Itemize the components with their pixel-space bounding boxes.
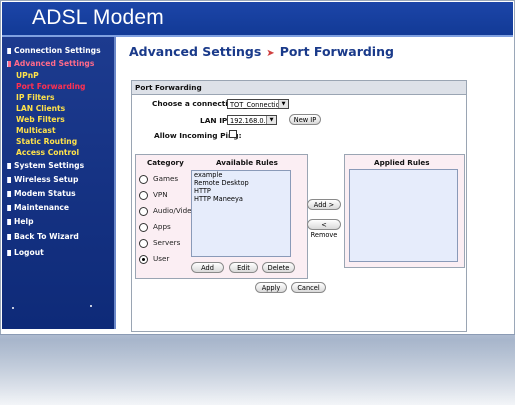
lan-ip-select[interactable]: 192.168.0.21 ▼ [227,115,277,125]
sidebar-item-lan-clients[interactable]: LAN Clients [16,104,65,113]
list-item[interactable]: Remote Desktop [192,179,290,187]
new-ip-button[interactable]: New IP [289,114,321,125]
radio-icon [139,190,148,200]
cancel-button[interactable]: Cancel [291,282,326,293]
category-apps[interactable]: Apps [139,222,171,232]
sidebar-item-help[interactable]: Help [7,217,34,226]
radio-icon [139,238,148,248]
category-user[interactable]: User [139,254,169,264]
chevron-down-icon: ▼ [278,100,288,108]
bullet-icon [7,234,11,240]
sidebar-item-port-forwarding[interactable]: Port Forwarding [16,82,85,91]
decorative-dot [12,307,14,309]
sidebar-item-multicast[interactable]: Multicast [16,126,56,135]
sidebar-item-connection-settings[interactable]: Connection Settings [7,46,101,55]
sidebar-item-upnp[interactable]: UPnP [16,71,39,80]
bullet-icon [7,48,11,54]
edit-rule-button[interactable]: Edit [229,262,258,273]
list-item[interactable]: example [192,171,290,179]
breadcrumb-page: Port Forwarding [279,44,394,59]
bullet-icon [7,61,11,67]
window-reflection [0,334,515,405]
sidebar-item-advanced-settings[interactable]: Advanced Settings [7,59,94,68]
port-forwarding-panel: Port Forwarding Choose a connection: TOT… [131,80,467,332]
sidebar-item-back-to-wizard[interactable]: Back To Wizard [7,232,79,241]
app-title: ADSL Modem [32,6,164,29]
connection-select[interactable]: TOT_Connection ▼ [227,99,289,109]
title-bar: ADSL Modem [2,2,513,37]
bullet-icon [7,177,11,183]
applied-rules-header: Applied Rules [374,158,430,167]
page-title: Advanced Settings ➤ Port Forwarding [129,44,394,59]
sidebar-item-maintenance[interactable]: Maintenance [7,203,69,212]
add-rule-button[interactable]: Add [191,262,224,273]
add-to-applied-button[interactable]: Add > [307,199,341,210]
applied-rules-list[interactable] [349,169,458,262]
apply-button[interactable]: Apply [255,282,287,293]
lan-ip-label: LAN IP: [200,116,231,125]
radio-selected-icon [139,254,148,264]
main-content: Advanced Settings ➤ Port Forwarding Port F… [117,37,513,332]
sidebar-item-wireless-setup[interactable]: Wireless Setup [7,175,78,184]
allow-ping-checkbox[interactable] [229,130,237,138]
rules-panel: Category Available Rules Games VPN Audio… [135,154,308,279]
sidebar-item-static-routing[interactable]: Static Routing [16,137,77,146]
delete-rule-button[interactable]: Delete [262,262,295,273]
list-item[interactable]: HTTP Maneeya [192,195,290,203]
remove-from-applied-button[interactable]: < Remove [307,219,341,239]
category-header: Category [147,158,184,167]
chevron-down-icon: ▼ [266,116,276,124]
category-servers[interactable]: Servers [139,238,180,248]
sidebar: Connection Settings Advanced Settings UP… [2,37,116,329]
radio-icon [139,222,148,232]
sidebar-item-system-settings[interactable]: System Settings [7,161,84,170]
radio-icon [139,174,148,184]
category-audio-video[interactable]: Audio/Video [139,206,196,216]
sidebar-item-modem-status[interactable]: Modem Status [7,189,76,198]
bullet-icon [7,219,11,225]
list-item[interactable]: HTTP [192,187,290,195]
bullet-icon [7,205,11,211]
decorative-dot [90,305,92,307]
app-window: ADSL Modem Connection Settings Advanced … [0,0,515,335]
available-rules-list[interactable]: example Remote Desktop HTTP HTTP Maneeya [191,170,291,257]
sidebar-item-access-control[interactable]: Access Control [16,148,79,157]
radio-icon [139,206,148,216]
bullet-icon [7,250,11,256]
bullet-icon [7,163,11,169]
category-vpn[interactable]: VPN [139,190,168,200]
sidebar-item-ip-filters[interactable]: IP Filters [16,93,54,102]
applied-rules-panel: Applied Rules [344,154,465,268]
category-games[interactable]: Games [139,174,178,184]
bullet-icon [7,191,11,197]
available-rules-header: Available Rules [216,158,278,167]
arrow-right-icon: ➤ [266,48,275,59]
sidebar-item-web-filters[interactable]: Web Filters [16,115,65,124]
sidebar-item-logout[interactable]: Logout [7,248,44,257]
panel-header: Port Forwarding [132,81,466,95]
breadcrumb-section: Advanced Settings [129,44,262,59]
